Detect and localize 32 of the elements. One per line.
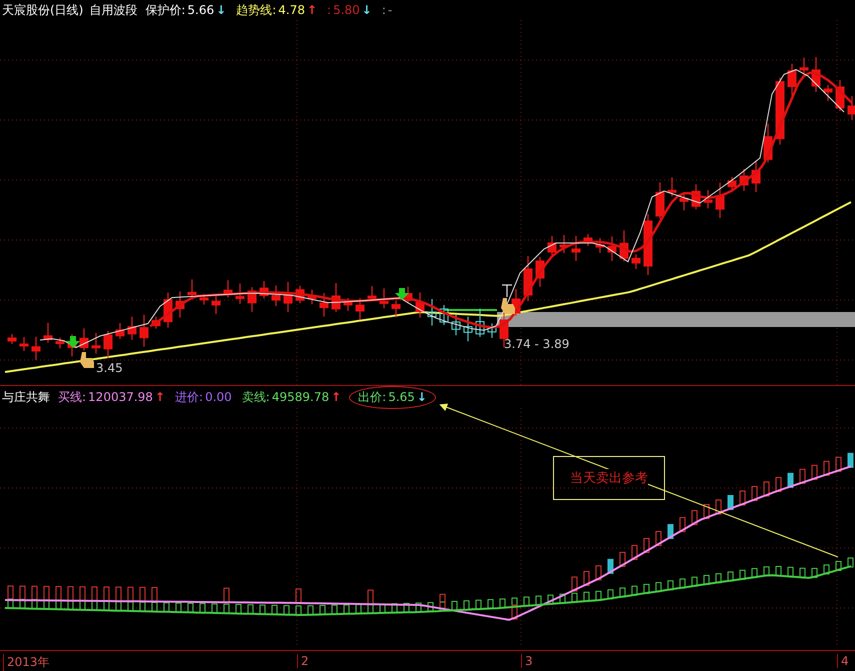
price-annotation: 3.45 xyxy=(96,361,123,375)
trend-arrow: ↑ xyxy=(154,390,166,404)
field-label: 趋势线: xyxy=(236,2,276,18)
price-annotation: 3.74 - 3.89 xyxy=(504,337,570,351)
field-value: 5.65 xyxy=(388,390,415,404)
field-value: 5.66 xyxy=(187,3,214,17)
trend-arrow: ↓ xyxy=(216,3,226,17)
field-label: 出价: xyxy=(358,388,386,406)
field-value: 49589.78 xyxy=(272,390,330,404)
axis-label: 2013年 xyxy=(3,654,50,671)
trend-arrow: ↓ xyxy=(362,3,372,17)
trend-arrow: ↑ xyxy=(331,390,342,404)
indicator-title: 与庄共舞 xyxy=(2,388,50,406)
field-label: : xyxy=(327,3,332,17)
field-label: 买线: xyxy=(58,388,86,406)
field-value: - xyxy=(388,3,392,17)
trend-arrow: ↓ xyxy=(416,390,427,404)
trend-arrow: ↑ xyxy=(306,3,318,17)
field-value: 0.00 xyxy=(205,390,232,404)
indicator-name: 自用波段 xyxy=(89,2,138,18)
field-label: 进价: xyxy=(175,388,204,406)
field-value: 120037.98 xyxy=(88,390,153,404)
axis-label: 3 xyxy=(521,654,533,668)
field-label: 保护价: xyxy=(145,2,186,18)
field-value: 5.80 xyxy=(333,3,360,17)
axis-label: 4 xyxy=(837,654,849,668)
field-label: 卖线: xyxy=(242,388,270,406)
callout-text: 当天卖出参考 xyxy=(570,469,648,487)
field-value: 4.78 xyxy=(278,3,305,17)
stock-title: 天宸股份(日线) xyxy=(2,2,84,18)
field-label: : xyxy=(382,3,386,17)
axis-label: 2 xyxy=(297,654,309,668)
